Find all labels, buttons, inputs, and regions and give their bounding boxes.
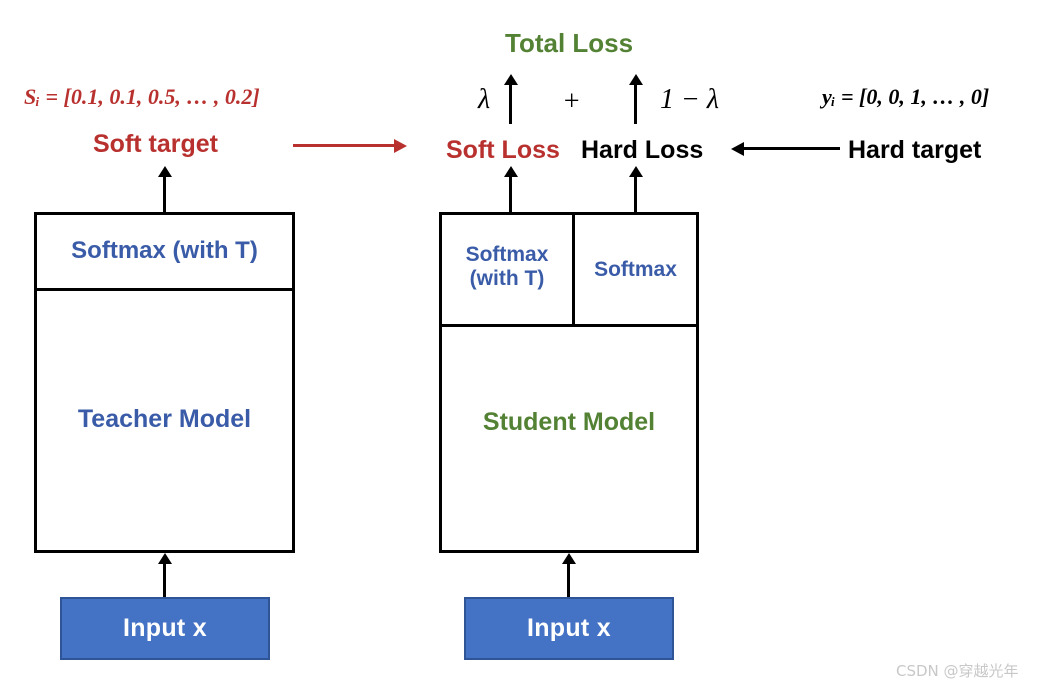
student-softmax-label: Softmax: [594, 258, 677, 281]
arrow-hard-loss-to-total-line: [634, 82, 637, 124]
teacher-softmax-divider: [37, 288, 292, 291]
student-softmax-divider: [442, 324, 696, 327]
teacher-model-label: Teacher Model: [77, 405, 252, 433]
arrow-teacher-softmax-to-soft-target-head: [158, 166, 172, 177]
teacher-input-box: Input x: [60, 597, 270, 660]
soft-target-label: Soft target: [93, 130, 218, 158]
arrow-teacher-input-to-model-head: [158, 553, 172, 564]
teacher-softmax-label: Softmax (with T): [71, 237, 258, 264]
plus-sign: +: [562, 86, 581, 117]
arrow-soft-loss-to-total-line: [509, 82, 512, 124]
arrow-student-softmax-to-hard-loss-line: [634, 175, 637, 212]
student-softmax-with-t-label: Softmax (with T): [442, 243, 572, 291]
hard-target-label: Hard target: [848, 136, 982, 164]
arrow-student-softmaxt-to-soft-loss-line: [509, 175, 512, 212]
total-loss-title: Total Loss: [505, 28, 634, 58]
soft-target-formula: Sᵢ = [0.1, 0.1, 0.5, … , 0.2]: [24, 84, 260, 109]
teacher-model-box: Softmax (with T) Teacher Model: [34, 212, 295, 553]
arrow-hard-loss-to-total-head: [629, 74, 643, 85]
lambda-weight-hard: 1 − λ: [660, 84, 720, 115]
arrow-hard-target-to-hard-loss-head: [731, 142, 744, 156]
arrow-soft-target-to-soft-loss-line: [293, 144, 396, 147]
hard-loss-label: Hard Loss: [581, 136, 704, 164]
watermark: CSDN @穿越光年: [896, 662, 1019, 680]
arrow-teacher-softmax-to-soft-target-line: [163, 175, 166, 212]
student-input-label: Input x: [526, 614, 612, 642]
arrow-hard-target-to-hard-loss-line: [744, 147, 840, 150]
hard-target-formula: yᵢ = [0, 0, 1, … , 0]: [822, 84, 990, 109]
arrow-student-softmax-to-hard-loss-head: [629, 166, 643, 177]
student-softmax-with-t-line1: Softmax: [465, 243, 549, 266]
arrow-student-input-to-model-head: [562, 553, 576, 564]
arrow-teacher-input-to-model-line: [163, 562, 166, 597]
student-softmax-with-t-line2: (with T): [469, 267, 545, 291]
lambda-weight-soft: λ: [478, 84, 491, 115]
student-model-box: Softmax (with T) Softmax Student Model: [439, 212, 699, 553]
teacher-input-label: Input x: [122, 614, 208, 642]
arrow-student-softmaxt-to-soft-loss-head: [504, 166, 518, 177]
arrow-student-input-to-model-line: [567, 562, 570, 597]
student-model-label: Student Model: [482, 408, 656, 436]
arrow-soft-loss-to-total-head: [504, 74, 518, 85]
student-input-box: Input x: [464, 597, 674, 660]
soft-loss-label: Soft Loss: [446, 136, 560, 164]
diagram-canvas: Total Loss λ + 1 − λ Sᵢ = [0.1, 0.1, 0.5…: [0, 0, 1050, 688]
arrow-soft-target-to-soft-loss-head: [394, 139, 407, 153]
